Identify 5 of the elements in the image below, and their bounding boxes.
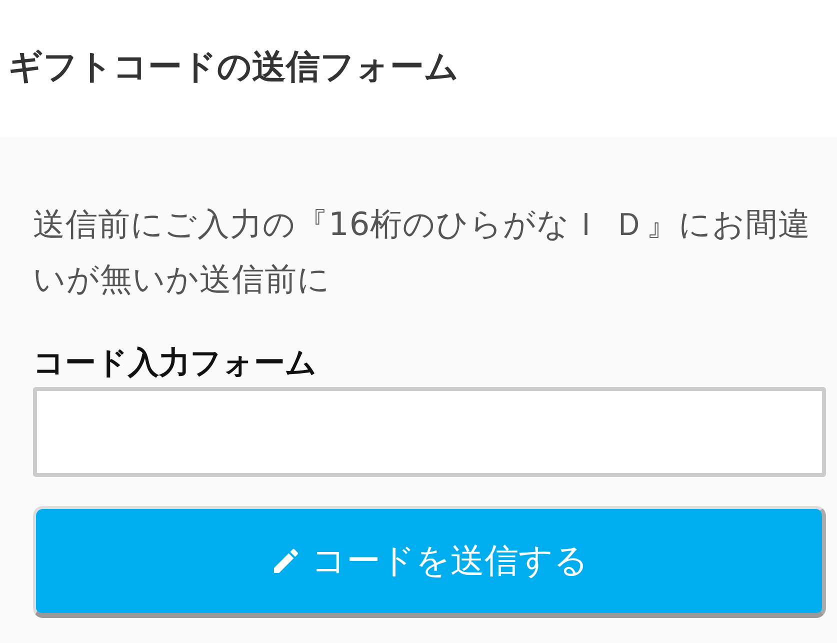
code-input-field[interactable] — [33, 387, 826, 477]
submit-button[interactable]: コードを送信する — [33, 506, 826, 618]
page-title: ギフトコードの送信フォーム — [8, 46, 459, 89]
field-label: コード入力フォーム — [33, 344, 317, 383]
notice-text: 送信前にご入力の『16桁のひらがなＩ Ｄ』にお間違いが無いか送信前に — [33, 204, 812, 300]
